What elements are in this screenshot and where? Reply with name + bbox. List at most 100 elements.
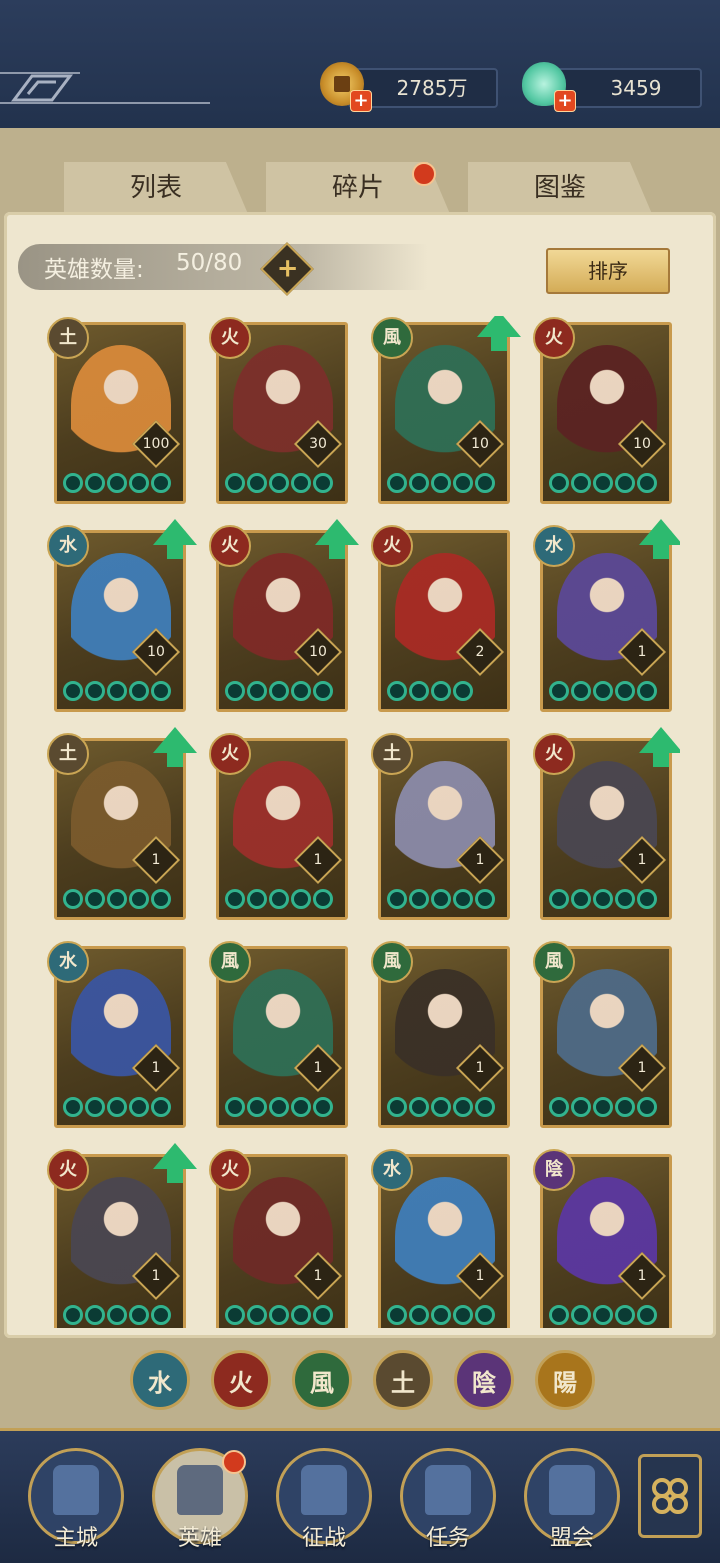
hero-card[interactable]: 火 10 xyxy=(209,519,359,712)
hero-level: 1 xyxy=(151,1060,161,1076)
menu-decoration[interactable] xyxy=(0,70,210,106)
hero-card[interactable]: 火1 xyxy=(209,733,348,920)
star-icon xyxy=(453,1097,473,1117)
hero-star-rating xyxy=(387,681,505,705)
hero-grid: 土 100 火 30 風 10 火 10 水 10 火 10 火 2 水 1 土 1 火 1 土 1 火 1 水 1 風 1 風 1 風 1 火… xyxy=(40,316,680,1328)
star-icon xyxy=(409,473,429,493)
star-icon xyxy=(107,1097,127,1117)
add-jade-button[interactable]: + xyxy=(554,90,576,112)
star-icon xyxy=(129,1097,149,1117)
tab-list[interactable]: 列表 xyxy=(64,162,248,214)
hero-star-rating xyxy=(549,1097,667,1121)
hero-card[interactable]: 火 10 xyxy=(533,317,672,504)
hero-card[interactable]: 水1 xyxy=(371,1149,510,1328)
star-icon xyxy=(431,1097,451,1117)
star-icon xyxy=(549,473,569,493)
star-icon xyxy=(63,889,83,909)
star-icon xyxy=(151,1305,171,1325)
hero-card[interactable]: 土1 xyxy=(371,733,510,920)
hero-card[interactable]: 陰1 xyxy=(533,1149,672,1328)
filter-yang-button[interactable]: 陽 xyxy=(535,1350,595,1410)
hero-card[interactable]: 火 30 xyxy=(209,317,348,504)
element-water-icon: 水 xyxy=(533,525,575,567)
star-icon xyxy=(269,681,289,701)
star-icon xyxy=(247,1097,267,1117)
star-icon xyxy=(291,473,311,493)
star-icon xyxy=(151,1097,171,1117)
element-fire-icon: 火 xyxy=(47,1149,89,1191)
star-icon xyxy=(549,1305,569,1325)
star-icon xyxy=(85,889,105,909)
star-icon xyxy=(571,1097,591,1117)
star-icon xyxy=(63,1305,83,1325)
star-icon xyxy=(475,473,495,493)
nav-label: 任务 xyxy=(425,1526,470,1551)
hero-star-rating xyxy=(387,1097,505,1121)
star-icon xyxy=(107,889,127,909)
star-icon xyxy=(409,1305,429,1325)
star-icon xyxy=(571,473,591,493)
hero-level: 10 xyxy=(309,644,327,660)
hero-card[interactable]: 風1 xyxy=(371,941,510,1128)
star-icon xyxy=(291,681,311,701)
more-menu-button[interactable] xyxy=(638,1454,702,1538)
hero-card[interactable]: 火1 xyxy=(533,727,680,920)
hero-card[interactable]: 水1 xyxy=(533,519,680,712)
star-icon xyxy=(107,681,127,701)
upgrade-arrow-icon xyxy=(315,519,359,559)
add-coins-button[interactable]: + xyxy=(350,90,372,112)
hero-level: 1 xyxy=(637,852,647,868)
hero-star-rating xyxy=(225,681,343,705)
star-icon xyxy=(637,889,657,909)
sort-button[interactable]: 排序 xyxy=(546,248,670,294)
pavilion-icon xyxy=(549,1465,595,1515)
star-icon xyxy=(151,681,171,701)
filter-water-button[interactable]: 水 xyxy=(130,1350,190,1410)
filter-fire-button[interactable]: 火 xyxy=(211,1350,271,1410)
hero-star-rating xyxy=(63,681,181,705)
hero-card[interactable]: 土 100 xyxy=(47,317,186,504)
hero-star-rating xyxy=(225,1305,343,1328)
hero-star-rating xyxy=(63,473,181,497)
hero-star-rating xyxy=(549,889,667,913)
hero-level: 100 xyxy=(142,436,170,452)
filter-yin-button[interactable]: 陰 xyxy=(454,1350,514,1410)
star-icon xyxy=(593,1097,613,1117)
star-icon xyxy=(313,1097,333,1117)
star-icon xyxy=(85,1097,105,1117)
hero-card[interactable]: 火1 xyxy=(209,1149,348,1328)
filter-wind-button[interactable]: 風 xyxy=(292,1350,352,1410)
hero-card[interactable]: 火1 xyxy=(47,1143,197,1328)
star-icon xyxy=(85,1305,105,1325)
star-icon xyxy=(247,889,267,909)
hero-star-rating xyxy=(387,473,505,497)
hero-star-rating xyxy=(63,889,181,913)
hero-card[interactable]: 火2 xyxy=(371,525,510,712)
star-icon xyxy=(225,889,245,909)
element-wind-icon: 風 xyxy=(371,941,413,983)
star-icon xyxy=(225,1305,245,1325)
filter-earth-button[interactable]: 土 xyxy=(373,1350,433,1410)
tab-collection[interactable]: 图鉴 xyxy=(468,162,652,214)
palace-icon xyxy=(53,1465,99,1515)
hero-card[interactable]: 風 10 xyxy=(371,316,521,504)
star-icon xyxy=(313,1305,333,1325)
star-icon xyxy=(475,889,495,909)
star-icon xyxy=(151,889,171,909)
element-fire-icon: 火 xyxy=(533,733,575,775)
hero-card[interactable]: 水1 xyxy=(47,941,186,1128)
hero-star-rating xyxy=(225,1097,343,1121)
drum-icon xyxy=(301,1465,347,1515)
hero-card[interactable]: 水 10 xyxy=(47,519,197,712)
scroll-icon xyxy=(425,1465,471,1515)
upgrade-arrow-icon xyxy=(639,727,680,767)
hero-card[interactable]: 土1 xyxy=(47,727,197,920)
nav-label: 征战 xyxy=(301,1526,346,1551)
hero-level: 30 xyxy=(309,436,327,452)
star-icon xyxy=(269,1305,289,1325)
hero-card[interactable]: 風1 xyxy=(533,941,672,1128)
star-icon xyxy=(637,473,657,493)
star-icon xyxy=(225,473,245,493)
hero-level: 1 xyxy=(637,644,647,660)
hero-card[interactable]: 風1 xyxy=(209,941,348,1128)
